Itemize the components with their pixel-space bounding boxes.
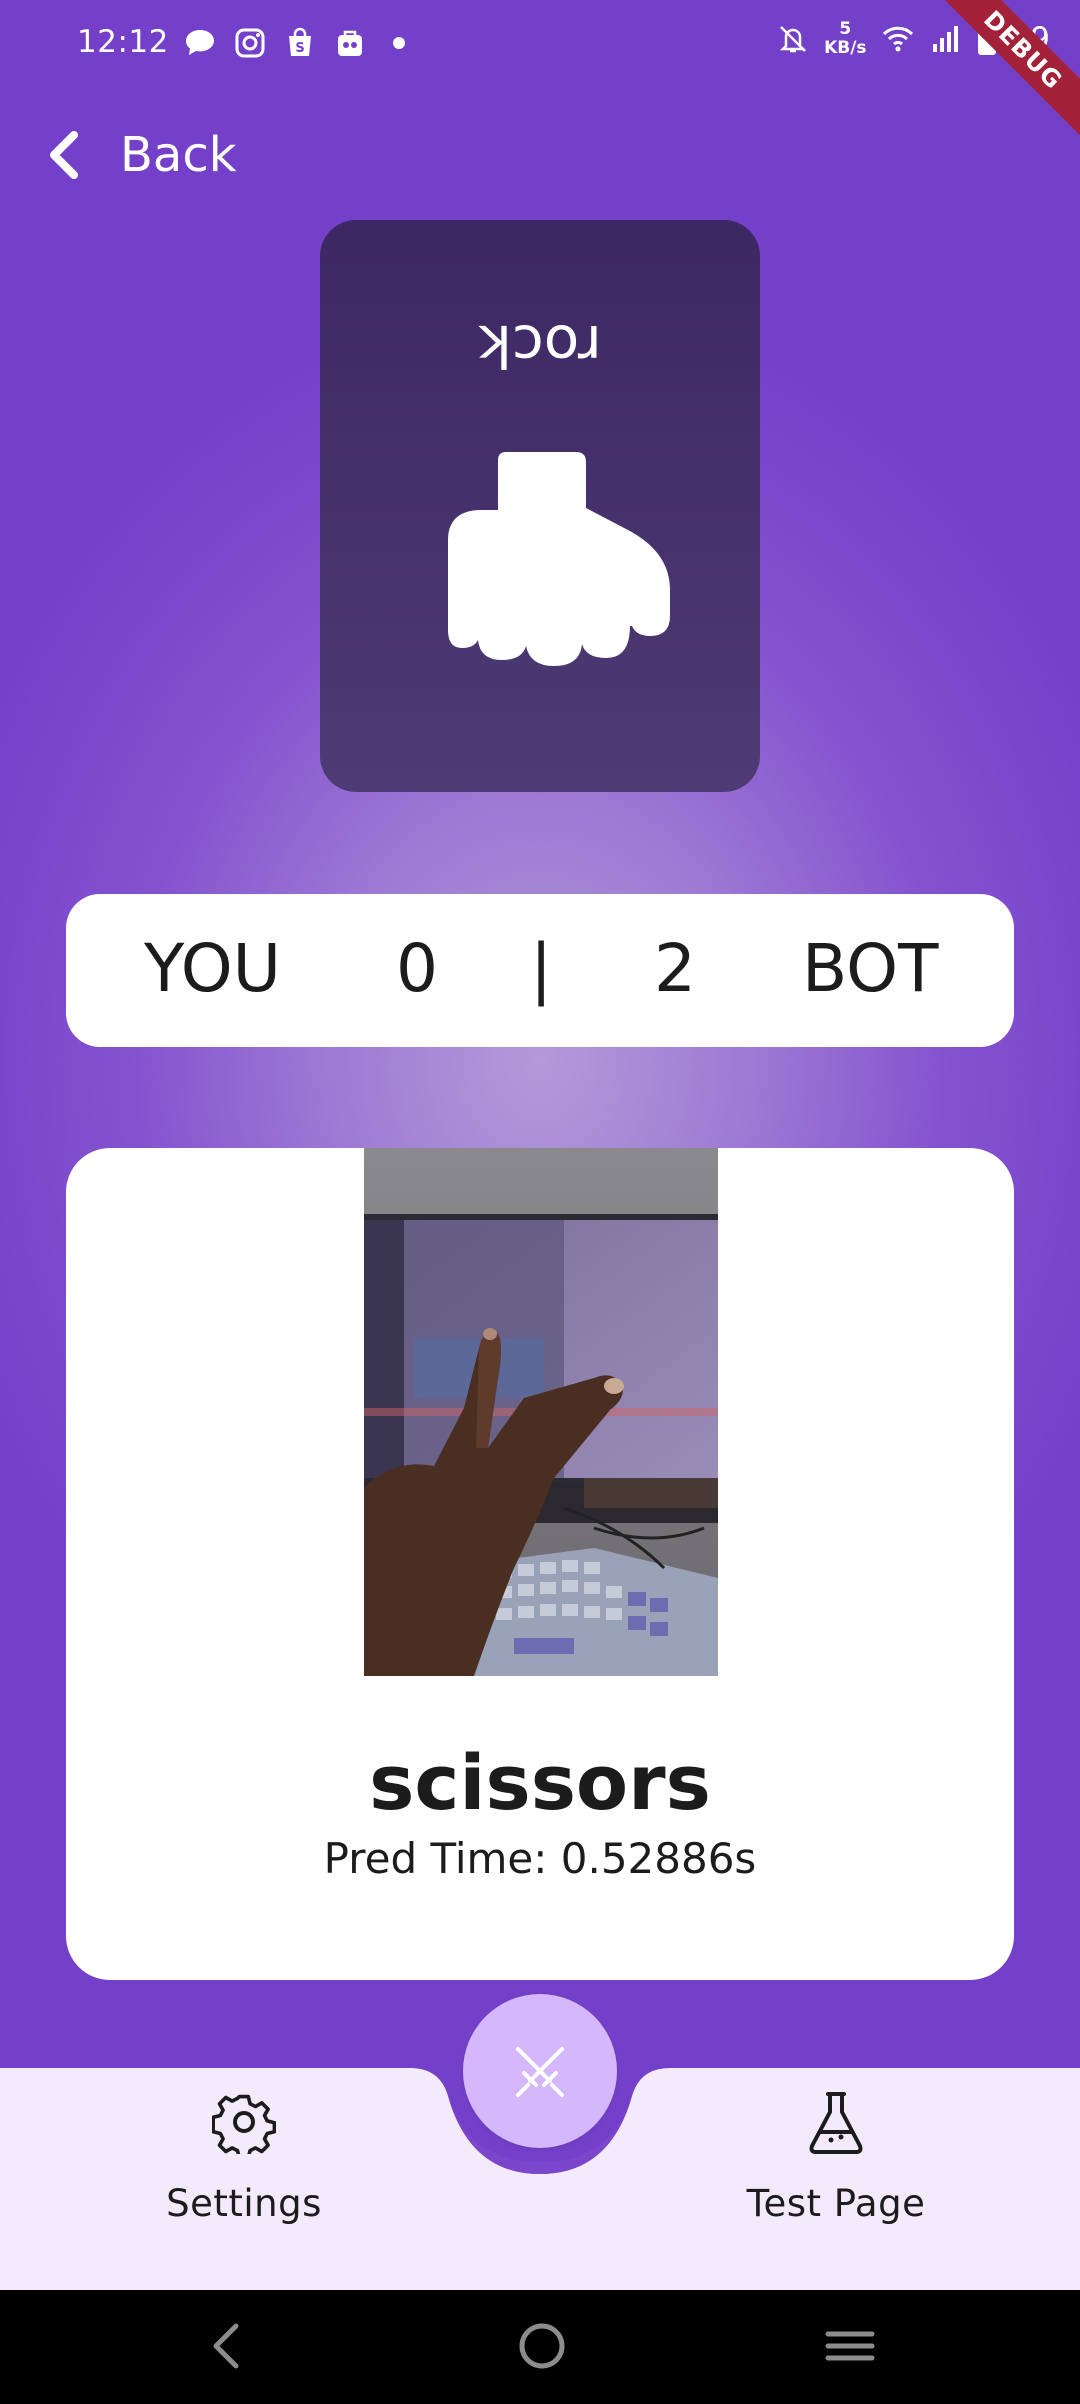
bot-score: 2 xyxy=(654,930,696,1007)
bot-move-card: rock xyxy=(320,220,760,792)
crossed-swords-icon xyxy=(516,2047,564,2097)
bot-move-label: rock xyxy=(478,312,602,380)
bot-label: BOT xyxy=(802,930,939,1007)
back-button[interactable]: Back xyxy=(46,120,237,190)
rock-hand-icon xyxy=(448,452,670,666)
network-speed-value: 5 xyxy=(839,19,852,39)
player-label: YOU xyxy=(144,930,281,1007)
gear-icon xyxy=(212,2094,276,2154)
nav-label-settings: Settings xyxy=(166,2182,322,2225)
signal-icon xyxy=(932,26,958,52)
player-score: 0 xyxy=(396,930,438,1007)
battle-fab-button[interactable] xyxy=(463,1994,617,2148)
system-recents-button[interactable] xyxy=(824,2318,876,2374)
status-notification-icons: S xyxy=(183,26,405,60)
score-separator: | xyxy=(530,930,553,1007)
camera-preview xyxy=(364,1148,718,1676)
system-home-button[interactable] xyxy=(514,2318,570,2374)
nav-label-test-page: Test Page xyxy=(746,2182,926,2225)
chat-bubble-icon xyxy=(186,30,214,55)
shop-icon: S xyxy=(289,27,311,56)
mute-bell-icon xyxy=(780,26,807,53)
back-label: Back xyxy=(120,127,237,183)
flask-icon xyxy=(809,2092,863,2154)
svg-text:S: S xyxy=(295,41,304,56)
chevron-left-icon xyxy=(50,131,78,179)
wifi-icon xyxy=(882,26,913,52)
game-bag-icon xyxy=(338,30,362,56)
instagram-icon xyxy=(235,28,265,58)
status-time: 12:12 xyxy=(77,24,169,60)
camera-frame-image xyxy=(364,1148,718,1676)
network-speed: 5 KB/s xyxy=(824,20,866,58)
scoreboard: YOU 0 | 2 BOT xyxy=(66,894,1014,1047)
status-bar: 12:12 S 5 KB/s 69 DEBUG xyxy=(0,0,1080,146)
network-speed-unit: KB/s xyxy=(824,38,867,58)
prediction-label: scissors xyxy=(369,1738,711,1827)
prediction-card: scissors Pred Time: 0.52886s xyxy=(66,1148,1014,1980)
notification-dot xyxy=(393,37,405,49)
nav-item-settings[interactable]: Settings xyxy=(114,2090,374,2240)
nav-item-test-page[interactable]: Test Page xyxy=(706,2090,966,2240)
system-back-button[interactable] xyxy=(206,2318,246,2374)
system-navigation-bar xyxy=(0,2290,1080,2404)
prediction-time: Pred Time: 0.52886s xyxy=(323,1834,757,1883)
